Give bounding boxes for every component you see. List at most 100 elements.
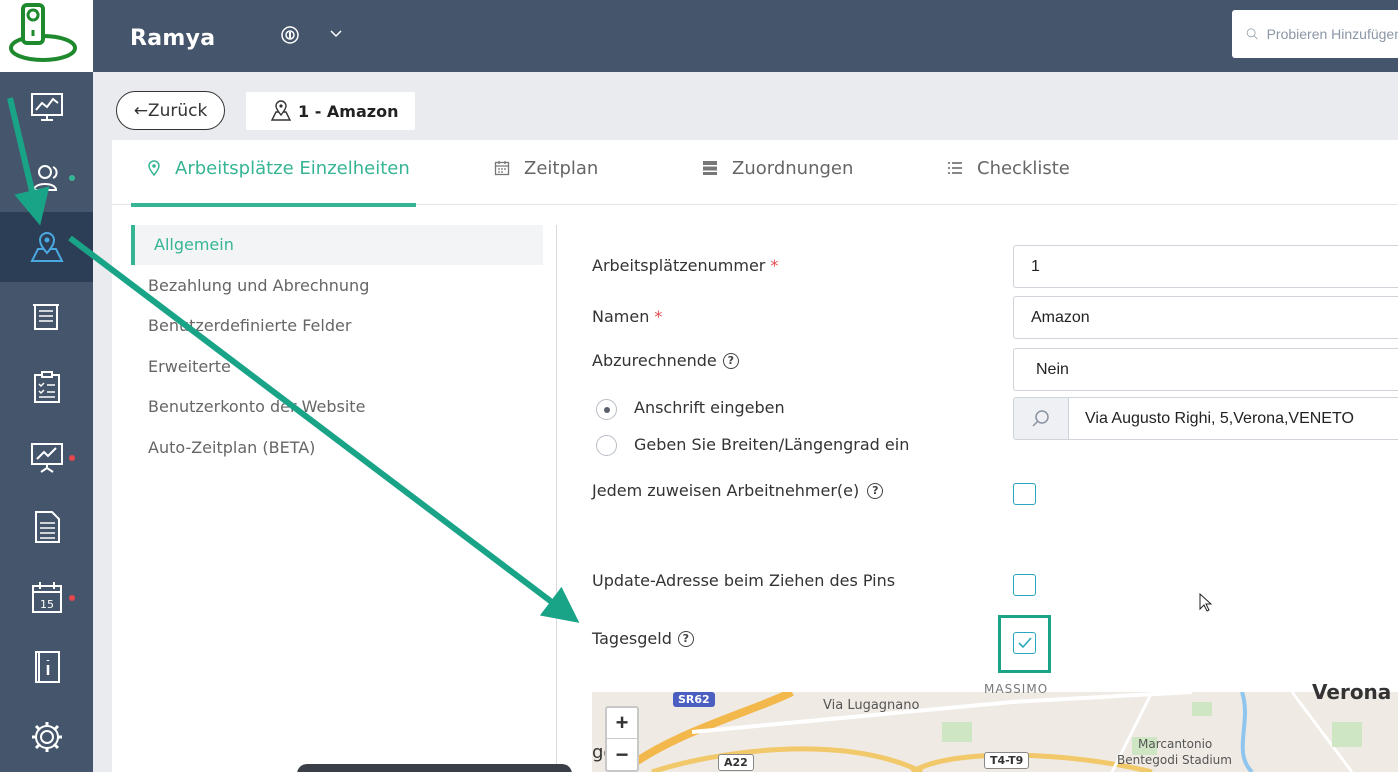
search-icon xyxy=(1032,409,1049,427)
section-divider xyxy=(556,225,557,772)
workplace-chip: 1 - Amazon xyxy=(246,92,415,130)
nav-item-general[interactable]: Allgemein xyxy=(154,235,234,254)
broadcast-icon[interactable] xyxy=(278,24,302,46)
users-status-dot xyxy=(69,175,75,181)
active-tab-indicator xyxy=(131,203,416,207)
help-icon[interactable]: ? xyxy=(867,482,884,499)
calendar-status-dot xyxy=(69,595,75,601)
assign-each-label-text: Jedem zuweisen Arbeitnehmer(e) xyxy=(592,481,860,500)
billable-select[interactable]: Nein xyxy=(1013,348,1398,391)
sidebar-item-users[interactable] xyxy=(0,142,93,212)
help-icon[interactable]: ? xyxy=(722,352,739,369)
nav-item-advanced[interactable]: Erweiterte xyxy=(148,357,231,376)
radio-address[interactable] xyxy=(596,399,617,420)
bottom-toast xyxy=(297,764,572,772)
map-zoom-control: + − xyxy=(605,706,639,772)
radio-address-label[interactable]: Anschrift eingeben xyxy=(634,398,785,417)
sidebar-item-workplaces[interactable] xyxy=(0,212,93,282)
map-street-label: Via Lugagnano xyxy=(823,698,920,713)
tab-schedule[interactable]: Zeitplan xyxy=(494,155,598,181)
app-logo[interactable] xyxy=(0,0,93,72)
update-address-label: Update-Adresse beim Ziehen des Pins xyxy=(592,571,895,590)
tab-label: Arbeitsplätze Einzelheiten xyxy=(175,157,410,179)
company-name[interactable]: Ramya xyxy=(130,26,215,51)
billable-label-text: Abzurechnende xyxy=(592,351,717,370)
name-label: Namen * xyxy=(592,307,662,326)
address-field[interactable]: Via Augusto Righi, 5,Verona,VENETO xyxy=(1068,397,1398,440)
server-icon xyxy=(703,161,717,175)
reports-status-dot xyxy=(69,455,75,461)
nav-item-billing[interactable]: Bezahlung und Abrechnung xyxy=(148,276,369,295)
checklist-icon xyxy=(33,371,60,403)
tab-label: Zuordnungen xyxy=(732,157,854,179)
help-icon[interactable]: ? xyxy=(677,630,694,647)
chevron-down-icon[interactable] xyxy=(329,28,343,40)
number-label-text: Arbeitsplätzenummer xyxy=(592,256,766,275)
assign-each-label: Jedem zuweisen Arbeitnehmer(e)? xyxy=(592,481,884,500)
back-button[interactable]: ←Zurück xyxy=(116,91,225,130)
search-icon xyxy=(1246,28,1258,40)
name-field[interactable]: Amazon xyxy=(1013,296,1398,339)
nav-item-website-account[interactable]: Benutzerkonto der Website xyxy=(148,397,365,416)
road-badge-t4t9: T4-T9 xyxy=(984,752,1030,769)
sidebar-item-manual[interactable] xyxy=(0,632,93,702)
map-poi-label-2: Bentegodi Stadium xyxy=(1117,753,1232,767)
radio-latlng[interactable] xyxy=(596,435,617,456)
calendar-day-text: 15 xyxy=(40,598,54,611)
nav-item-custom-fields[interactable]: Benutzerdefinierte Felder xyxy=(148,316,351,335)
settings-icon xyxy=(31,722,62,752)
tab-workplace-details[interactable]: Arbeitsplätze Einzelheiten xyxy=(147,155,410,181)
map-area-label: MASSIMO xyxy=(984,682,1049,696)
dashboard-icon xyxy=(30,93,63,121)
map-city-label: Verona xyxy=(1312,680,1392,704)
list-icon xyxy=(948,162,962,174)
logo-icon xyxy=(9,3,77,62)
road-badge-a22: A22 xyxy=(718,754,754,771)
sidebar-item-documents[interactable] xyxy=(0,492,93,562)
map-poi-label-1: Marcantonio xyxy=(1138,737,1213,751)
sidebar-item-checklists[interactable] xyxy=(0,352,93,422)
sidebar-item-timesheets[interactable] xyxy=(0,282,93,352)
number-field[interactable]: 1 xyxy=(1013,245,1398,288)
map-pin-icon xyxy=(270,100,292,121)
road-badge-sr62: SR62 xyxy=(673,692,715,707)
search-input[interactable]: Probieren Hinzufügen xyxy=(1267,26,1398,42)
assign-each-checkbox[interactable] xyxy=(1013,483,1036,505)
per-diem-checkbox[interactable] xyxy=(1013,632,1036,654)
sidebar-item-settings[interactable] xyxy=(0,702,93,772)
zoom-out-button[interactable]: − xyxy=(607,739,637,770)
calendar-icon: 15 xyxy=(31,582,62,613)
sidebar: 15 xyxy=(0,0,93,772)
per-diem-label-text: Tagesgeld xyxy=(592,629,672,648)
required-mark: * xyxy=(770,256,779,275)
top-bar: Ramya Probieren Hinzufügen xyxy=(93,0,1398,72)
timesheet-icon xyxy=(32,304,59,330)
users-icon xyxy=(32,165,58,191)
billable-label: Abzurechnende? xyxy=(592,351,739,370)
required-mark: * xyxy=(654,307,663,326)
tab-assignments[interactable]: Zuordnungen xyxy=(702,155,853,181)
manual-icon xyxy=(34,651,60,683)
document-icon xyxy=(34,511,60,543)
sidebar-item-dashboard[interactable] xyxy=(0,72,93,142)
radio-latlng-label[interactable]: Geben Sie Breiten/Längengrad ein xyxy=(634,435,909,454)
checkmark-icon xyxy=(1017,637,1032,649)
workplace-title: 1 - Amazon xyxy=(298,101,399,121)
mouse-cursor-icon xyxy=(1199,593,1213,612)
nav-item-auto-schedule[interactable]: Auto-Zeitplan (BETA) xyxy=(148,438,315,457)
reports-icon xyxy=(30,443,63,473)
tab-checklist[interactable]: Checkliste xyxy=(947,155,1070,181)
location-pin-icon xyxy=(148,160,160,177)
map-location-icon xyxy=(29,232,64,262)
per-diem-label: Tagesgeld? xyxy=(592,629,694,648)
address-search-button[interactable] xyxy=(1013,397,1069,440)
update-address-checkbox[interactable] xyxy=(1013,574,1036,596)
zoom-in-button[interactable]: + xyxy=(607,708,637,739)
update-address-label-text: Update-Adresse beim Ziehen des Pins xyxy=(592,571,896,590)
sidebar-item-reports[interactable] xyxy=(0,422,93,492)
name-label-text: Namen xyxy=(592,307,650,326)
number-label: Arbeitsplätzenummer * xyxy=(592,256,778,275)
tab-label: Zeitplan xyxy=(524,157,599,179)
sidebar-item-calendar[interactable]: 15 xyxy=(0,562,93,632)
search-box[interactable]: Probieren Hinzufügen xyxy=(1232,10,1398,58)
